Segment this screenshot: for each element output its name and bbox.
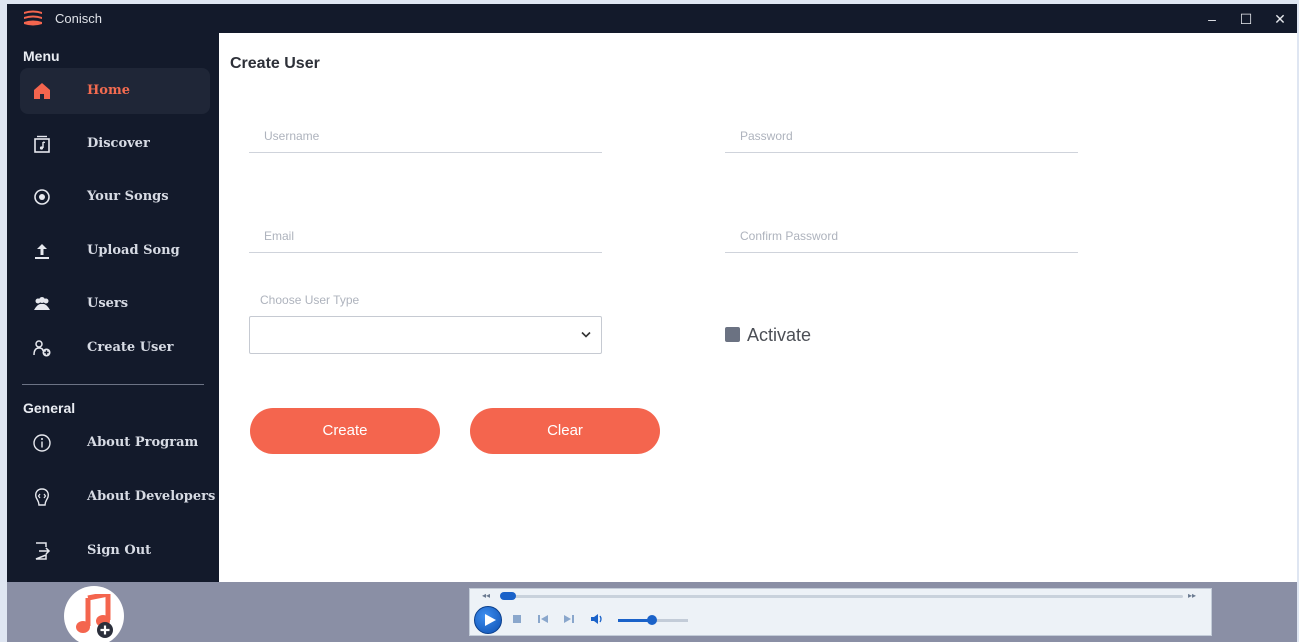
forward-small-icon[interactable]: ▸▸ <box>1188 591 1196 600</box>
sidebar-item-label: Create User <box>87 340 174 355</box>
app-window: Conisch – ☐ ✕ Menu Home Discover Your So… <box>7 4 1297 642</box>
info-icon <box>33 434 51 452</box>
users-icon <box>34 297 50 310</box>
confirm-password-field-container <box>725 223 1078 253</box>
stop-icon[interactable] <box>510 612 524 626</box>
maximize-button[interactable]: ☐ <box>1234 8 1258 30</box>
volume-slider-thumb[interactable] <box>647 615 657 625</box>
menu-section-title: Menu <box>23 48 60 64</box>
sidebar-item-create-user[interactable]: Create User <box>20 325 210 371</box>
add-user-icon <box>33 340 51 357</box>
upload-icon <box>35 244 49 259</box>
confirm-password-input[interactable] <box>740 229 1060 243</box>
activate-label: Activate <box>747 325 812 345</box>
clear-button[interactable]: Clear <box>470 408 660 454</box>
add-music-button[interactable] <box>64 586 124 642</box>
email-input[interactable] <box>264 229 584 243</box>
sidebar-item-label: Sign Out <box>87 543 152 558</box>
user-type-select[interactable] <box>249 316 602 354</box>
rewind-small-icon[interactable]: ◂◂ <box>482 591 490 600</box>
general-section-title: General <box>23 400 76 416</box>
next-track-icon[interactable] <box>562 612 576 626</box>
media-player: ◂◂ ▸▸ <box>469 588 1212 636</box>
home-icon <box>34 83 50 99</box>
username-input[interactable] <box>264 129 584 143</box>
sidebar: Menu Home Discover Your Songs Upload Son… <box>7 33 219 582</box>
sidebar-item-upload-song[interactable]: Upload Song <box>20 228 210 274</box>
activate-checkbox[interactable] <box>725 327 740 342</box>
play-button[interactable] <box>474 606 502 634</box>
sidebar-item-label: About Developers <box>87 489 216 504</box>
main-content: Create User Choose User Type Activate Cr… <box>219 33 1297 582</box>
sidebar-item-label: Users <box>87 296 129 311</box>
sidebar-item-label: Home <box>87 83 130 98</box>
email-field-container <box>249 223 602 253</box>
sidebar-item-sign-out[interactable]: Sign Out <box>20 528 210 574</box>
seek-bar[interactable] <box>505 595 1183 598</box>
create-button[interactable]: Create <box>250 408 440 454</box>
sidebar-item-label: Discover <box>87 136 150 151</box>
previous-track-icon[interactable] <box>536 612 550 626</box>
sign-out-icon <box>35 542 51 560</box>
app-title: Conisch <box>55 11 102 26</box>
add-music-icon <box>76 594 113 638</box>
password-input[interactable] <box>740 129 1060 143</box>
sidebar-divider <box>22 384 204 385</box>
close-button[interactable]: ✕ <box>1268 8 1292 30</box>
play-icon <box>485 614 496 626</box>
sidebar-item-your-songs[interactable]: Your Songs <box>20 174 210 220</box>
sidebar-item-discover[interactable]: Discover <box>20 121 210 167</box>
sidebar-item-home[interactable]: Home <box>20 68 210 114</box>
bottom-bar: ◂◂ ▸▸ <box>7 582 1297 642</box>
record-icon <box>34 189 50 205</box>
sidebar-item-label: About Program <box>87 435 199 450</box>
username-field-container <box>249 123 602 153</box>
sidebar-item-users[interactable]: Users <box>20 281 210 327</box>
developer-icon <box>35 488 49 506</box>
minimize-button[interactable]: – <box>1200 8 1224 30</box>
password-field-container <box>725 123 1078 153</box>
title-bar[interactable]: Conisch – ☐ ✕ <box>7 4 1297 33</box>
sidebar-item-label: Upload Song <box>87 243 180 258</box>
app-logo-icon <box>24 10 42 26</box>
sidebar-item-about-developers[interactable]: About Developers <box>20 474 215 520</box>
chevron-down-icon <box>581 331 591 338</box>
page-title: Create User <box>230 55 320 72</box>
volume-icon[interactable] <box>590 612 604 626</box>
music-note-box-icon <box>34 135 50 153</box>
sidebar-item-about-program[interactable]: About Program <box>20 420 210 466</box>
sidebar-item-label: Your Songs <box>87 189 169 204</box>
user-type-label: Choose User Type <box>260 293 360 307</box>
seek-thumb[interactable] <box>500 592 516 600</box>
